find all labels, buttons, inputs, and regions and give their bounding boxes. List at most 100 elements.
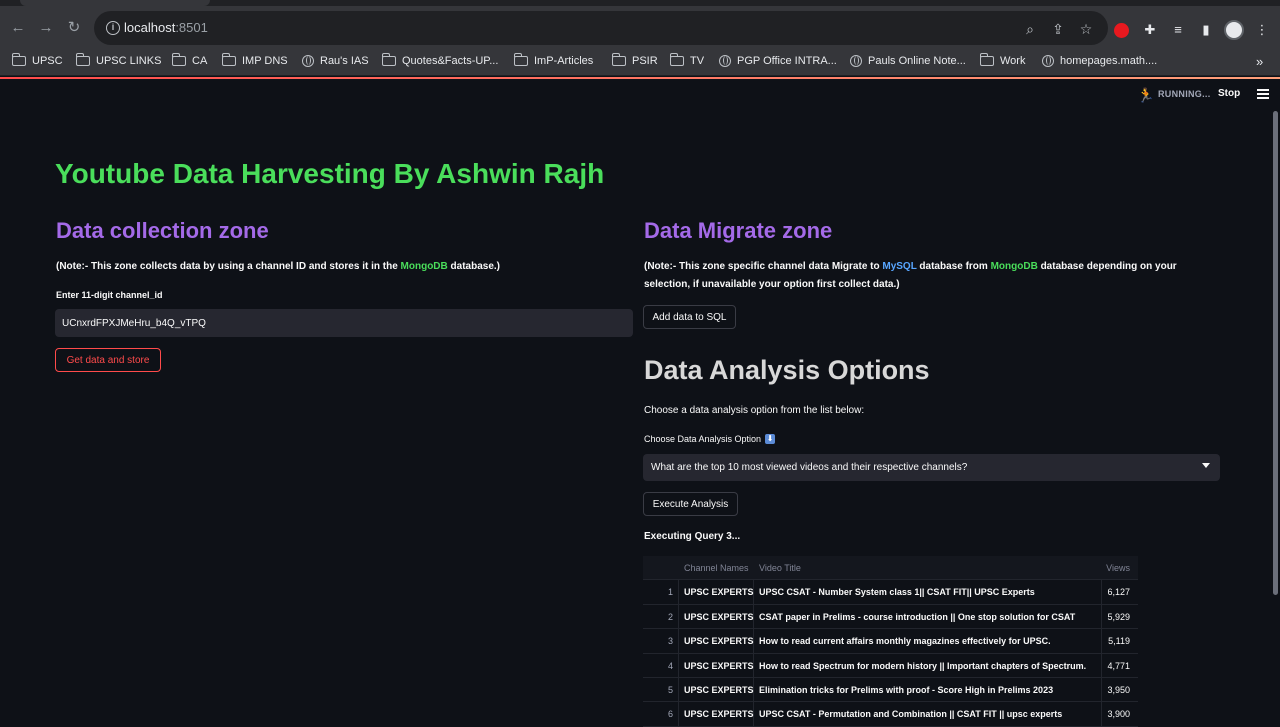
page-scrollbar[interactable] bbox=[1273, 111, 1278, 595]
analysis-option-select[interactable]: What are the top 10 most viewed videos a… bbox=[643, 454, 1220, 481]
analysis-heading: Data Analysis Options bbox=[644, 355, 930, 385]
folder-icon bbox=[513, 53, 528, 66]
cell-channel: UPSC EXPERTS bbox=[684, 709, 754, 720]
cell-title: UPSC CSAT - Permutation and Combination … bbox=[759, 709, 1063, 720]
globe-icon bbox=[302, 55, 314, 67]
column-header[interactable]: Views bbox=[1106, 563, 1130, 573]
note-bold: Migrate to bbox=[831, 261, 880, 272]
folder-icon bbox=[979, 53, 994, 66]
note-text: (Note:- This zone bbox=[56, 261, 140, 272]
bookmark-item[interactable]: Pauls Online Note... bbox=[850, 55, 966, 67]
bookmark-item[interactable]: TV bbox=[669, 53, 704, 67]
forward-arrow-icon[interactable]: → bbox=[38, 20, 54, 36]
table-row[interactable]: 6 UPSC EXPERTS UPSC CSAT - Permutation a… bbox=[643, 702, 1138, 727]
bookmark-label: UPSC LINKS bbox=[96, 55, 162, 67]
bookmark-item[interactable]: Work bbox=[979, 53, 1026, 67]
channel-id-input[interactable] bbox=[55, 309, 633, 337]
bookmark-label: Rau's IAS bbox=[320, 55, 369, 67]
row-index: 1 bbox=[667, 587, 673, 598]
bookmark-item[interactable]: homepages.math.... bbox=[1042, 55, 1157, 67]
bookmark-item[interactable]: Rau's IAS bbox=[302, 55, 369, 67]
table-header: Channel Names Video Title Views bbox=[643, 556, 1138, 581]
running-status: RUNNING... bbox=[1158, 89, 1211, 99]
query-status: Executing Query 3... bbox=[644, 531, 741, 542]
cell-channel: UPSC EXPERTS bbox=[684, 611, 754, 622]
cell-title: CSAT paper in Prelims - course introduct… bbox=[759, 611, 1076, 622]
note-text: (Note:- This zone specific channel data bbox=[644, 261, 832, 272]
bookmark-label: PGP Office INTRA... bbox=[737, 55, 837, 67]
mongodb-highlight: MongoDB bbox=[400, 261, 448, 272]
note-bold: stores it in the bbox=[329, 261, 398, 272]
cell-views: 4,771 bbox=[1107, 660, 1130, 671]
menu-icon[interactable] bbox=[1257, 89, 1269, 99]
star-icon[interactable]: ☆ bbox=[1078, 21, 1094, 37]
site-info-icon[interactable]: i bbox=[106, 21, 120, 35]
row-index: 5 bbox=[667, 684, 673, 695]
back-arrow-icon[interactable]: ← bbox=[10, 20, 26, 36]
bookmark-item[interactable]: ImP-Articles bbox=[513, 53, 593, 67]
note-text: database.) bbox=[447, 261, 501, 272]
side-panel-icon[interactable]: ▮ bbox=[1198, 22, 1214, 38]
table-row[interactable]: 1 UPSC EXPERTS UPSC CSAT - Number System… bbox=[643, 580, 1138, 605]
bookmark-item[interactable]: CA bbox=[171, 53, 208, 67]
folder-icon bbox=[669, 53, 684, 66]
stop-button[interactable]: Stop bbox=[1218, 88, 1240, 99]
bookmark-item[interactable]: UPSC bbox=[11, 53, 63, 67]
url-text[interactable]: localhost:8501 bbox=[124, 20, 208, 35]
column-header[interactable]: Video Title bbox=[759, 563, 801, 573]
bookmark-label: Work bbox=[1000, 55, 1026, 67]
globe-icon bbox=[719, 55, 731, 67]
select-label-text: Choose Data Analysis Option bbox=[644, 434, 762, 444]
cell-channel: UPSC EXPERTS bbox=[684, 636, 754, 647]
down-arrow-icon: ⬇ bbox=[765, 434, 776, 444]
bookmark-item[interactable]: IMP DNS bbox=[221, 53, 288, 67]
note-bold: collects data bbox=[139, 261, 201, 272]
share-icon[interactable]: ⇪ bbox=[1050, 21, 1066, 37]
folder-icon bbox=[221, 53, 236, 66]
cell-channel: UPSC EXPERTS bbox=[684, 684, 754, 695]
search-icon[interactable]: ⌕ bbox=[1022, 21, 1038, 37]
bookmark-label: CA bbox=[192, 55, 208, 67]
channel-id-label: Enter 11-digit channel_id bbox=[56, 290, 163, 300]
collection-zone-heading: Data collection zone bbox=[56, 218, 269, 243]
bookmark-item[interactable]: PGP Office INTRA... bbox=[719, 55, 837, 67]
table-row[interactable]: 4 UPSC EXPERTS How to read Spectrum for … bbox=[643, 654, 1138, 678]
note-text: by using a channel ID and bbox=[200, 261, 330, 272]
execute-analysis-button[interactable]: Execute Analysis bbox=[643, 492, 738, 516]
chevron-down-icon[interactable] bbox=[1202, 463, 1210, 468]
mysql-highlight: MySQL bbox=[882, 261, 917, 272]
bookmark-item[interactable]: UPSC LINKS bbox=[75, 53, 162, 67]
cell-title: How to read Spectrum for modern history … bbox=[759, 660, 1087, 671]
bookmark-label: UPSC bbox=[32, 55, 63, 67]
cell-title: Elimination tricks for Prelims with proo… bbox=[759, 684, 1054, 695]
streamlit-header: 🏃 RUNNING... Stop bbox=[0, 79, 1280, 111]
mongodb-highlight: MongoDB bbox=[990, 261, 1038, 272]
bookmark-item[interactable]: PSIR bbox=[611, 53, 658, 67]
row-index: 4 bbox=[667, 660, 673, 671]
bookmarks-bar: UPSC UPSC LINKS CA IMP DNS Rau's IAS Quo… bbox=[0, 50, 1280, 76]
puzzle-icon[interactable]: ✚ bbox=[1142, 22, 1158, 38]
migrate-note: (Note:- This zone specific channel data … bbox=[644, 258, 1224, 294]
bookmarks-overflow-button[interactable]: » bbox=[1256, 54, 1263, 69]
url-host: localhost bbox=[124, 20, 176, 35]
selected-option: What are the top 10 most viewed videos a… bbox=[651, 462, 968, 473]
address-bar[interactable]: i localhost:8501 ⌕ ⇪ ☆ bbox=[94, 11, 1108, 45]
column-header[interactable]: Channel Names bbox=[684, 563, 749, 573]
table-row[interactable]: 3 UPSC EXPERTS How to read current affai… bbox=[643, 629, 1138, 654]
folder-icon bbox=[75, 53, 90, 66]
cell-views: 3,950 bbox=[1107, 684, 1130, 695]
folder-icon bbox=[381, 53, 396, 66]
add-data-to-sql-button[interactable]: Add data to SQL bbox=[643, 305, 736, 329]
get-data-button[interactable]: Get data and store bbox=[55, 348, 161, 372]
extension-icon[interactable] bbox=[1114, 23, 1129, 38]
note-text: database from bbox=[916, 261, 991, 272]
reload-icon[interactable]: ↻ bbox=[66, 20, 82, 36]
more-vertical-icon[interactable]: ⋮ bbox=[1254, 22, 1270, 38]
table-row[interactable]: 2 UPSC EXPERTS CSAT paper in Prelims - c… bbox=[643, 605, 1138, 630]
page-title: Youtube Data Harvesting By Ashwin Rajh bbox=[55, 158, 605, 189]
bookmark-item[interactable]: Quotes&Facts-UP... bbox=[381, 53, 498, 67]
reading-list-icon[interactable]: ≡ bbox=[1170, 22, 1186, 38]
cell-views: 6,127 bbox=[1107, 587, 1130, 598]
table-row[interactable]: 5 UPSC EXPERTS Elimination tricks for Pr… bbox=[643, 678, 1138, 703]
profile-avatar[interactable] bbox=[1224, 20, 1244, 40]
